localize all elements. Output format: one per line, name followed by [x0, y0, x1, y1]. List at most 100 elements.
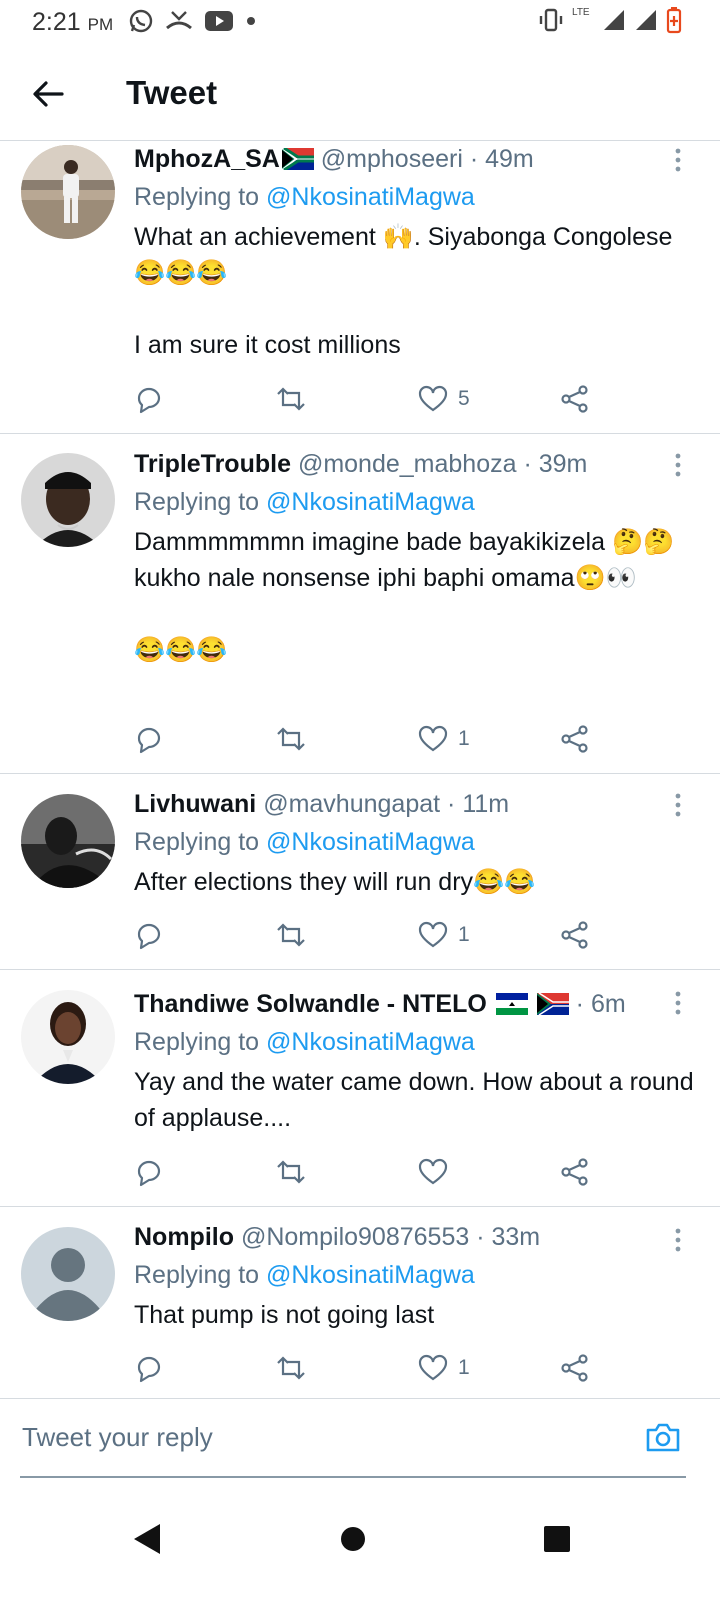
- reply-input[interactable]: [20, 1416, 624, 1458]
- avatar[interactable]: [21, 1227, 115, 1321]
- tweet-actions: 1: [134, 917, 594, 953]
- tweet-actions: 5: [134, 381, 594, 417]
- user-handle[interactable]: @mphoseeri: [321, 145, 463, 173]
- nav-back-icon[interactable]: [122, 1514, 172, 1564]
- tweet-item[interactable]: Thandiwe Solwandle - NTELO · 6m Replying…: [0, 970, 720, 1207]
- lesotho-flag-icon: [495, 993, 528, 1015]
- replying-prefix: Replying to: [134, 828, 260, 856]
- share-icon: [561, 921, 588, 949]
- missed-call-icon: [166, 11, 192, 30]
- like-button[interactable]: 5: [418, 381, 470, 417]
- display-name[interactable]: Nompilo: [134, 1223, 234, 1251]
- retweet-button[interactable]: [274, 917, 308, 953]
- whatsapp-icon: [129, 9, 153, 33]
- share-icon: [561, 1354, 588, 1382]
- replying-prefix: Replying to: [134, 183, 260, 211]
- user-handle[interactable]: @mavhungapat: [263, 790, 440, 818]
- share-button[interactable]: [560, 1154, 590, 1190]
- reply-button[interactable]: [134, 1350, 164, 1386]
- more-options-icon[interactable]: [666, 790, 690, 820]
- tweet-actions: 1: [134, 1350, 594, 1386]
- replying-prefix: Replying to: [134, 1261, 260, 1289]
- like-button[interactable]: 1: [418, 1350, 470, 1386]
- retweet-icon: [277, 1160, 305, 1184]
- retweet-button[interactable]: [274, 721, 308, 757]
- avatar[interactable]: [21, 453, 115, 547]
- notification-dot-icon: [247, 17, 255, 25]
- like-button[interactable]: 1: [418, 917, 470, 953]
- vibrate-icon: [539, 8, 563, 32]
- like-button[interactable]: 1: [418, 721, 470, 757]
- like-count: 1: [458, 727, 470, 750]
- reply-button[interactable]: [134, 917, 164, 953]
- camera-icon[interactable]: [644, 1418, 682, 1456]
- tweet-text: Yay and the water came down. How about a…: [134, 1068, 694, 1132]
- separator-dot: ·: [523, 450, 532, 478]
- retweet-button[interactable]: [274, 1154, 308, 1190]
- app-bar: Tweet: [0, 46, 720, 141]
- share-icon: [561, 1158, 588, 1186]
- tweet-item[interactable]: MphozA_SA @mphoseeri · 49m Replying to @…: [0, 141, 720, 434]
- reply-icon: [137, 1160, 161, 1187]
- user-handle[interactable]: @monde_mabhoza: [298, 450, 517, 478]
- back-arrow-icon[interactable]: [28, 74, 68, 114]
- share-button[interactable]: [560, 1350, 590, 1386]
- tweet-header: Nompilo @Nompilo90876553 · 33m: [134, 1221, 700, 1253]
- mention-link[interactable]: @NkosinatiMagwa: [266, 183, 475, 211]
- retweet-icon: [277, 387, 305, 411]
- mention-link[interactable]: @NkosinatiMagwa: [266, 828, 475, 856]
- tweet-item[interactable]: TripleTrouble @monde_mabhoza · 39m Reply…: [0, 434, 720, 774]
- retweet-icon: [277, 1356, 305, 1380]
- mention-link[interactable]: @NkosinatiMagwa: [266, 1261, 475, 1289]
- status-time: 2:21 PM: [32, 8, 113, 37]
- avatar[interactable]: [21, 990, 115, 1084]
- share-icon: [561, 385, 588, 413]
- tweet-text: After elections they will run dry😂😂: [134, 868, 536, 896]
- tweet-time: 33m: [491, 1223, 541, 1251]
- more-options-icon[interactable]: [666, 1225, 690, 1255]
- reply-icon: [137, 727, 161, 754]
- user-handle[interactable]: @Nompilo90876553: [241, 1223, 469, 1251]
- system-nav-bar: [0, 1480, 720, 1600]
- tweet-time: 11m: [462, 790, 510, 818]
- display-name[interactable]: Thandiwe Solwandle - NTELO: [134, 990, 487, 1018]
- retweet-button[interactable]: [274, 381, 308, 417]
- reply-button[interactable]: [134, 721, 164, 757]
- signal-icon: [604, 10, 624, 30]
- south-africa-flag-icon: [536, 993, 569, 1015]
- heart-icon: [418, 725, 448, 752]
- reply-button[interactable]: [134, 381, 164, 417]
- more-options-icon[interactable]: [666, 450, 690, 480]
- replying-to: Replying to @NkosinatiMagwa: [134, 824, 700, 860]
- tweet-header: Livhuwani @mavhungapat · 11m: [134, 788, 700, 820]
- reply-icon: [137, 1356, 161, 1383]
- mention-link[interactable]: @NkosinatiMagwa: [266, 1028, 475, 1056]
- avatar[interactable]: [21, 794, 115, 888]
- tweet-item[interactable]: Nompilo @Nompilo90876553 · 33m Replying …: [0, 1207, 720, 1399]
- more-options-icon[interactable]: [666, 145, 690, 175]
- retweet-button[interactable]: [274, 1350, 308, 1386]
- tweet-actions: [134, 1154, 594, 1190]
- more-options-icon[interactable]: [666, 988, 690, 1018]
- clock-ampm: PM: [87, 15, 114, 34]
- share-button[interactable]: [560, 917, 590, 953]
- display-name[interactable]: TripleTrouble: [134, 450, 291, 478]
- display-name[interactable]: Livhuwani: [134, 790, 256, 818]
- tweet-header: MphozA_SA @mphoseeri · 49m: [134, 143, 700, 175]
- share-button[interactable]: [560, 721, 590, 757]
- share-button[interactable]: [560, 381, 590, 417]
- display-name[interactable]: MphozA_SA: [134, 145, 280, 173]
- battery-icon: [666, 7, 682, 34]
- reply-composer: [20, 1400, 686, 1478]
- avatar[interactable]: [21, 145, 115, 239]
- lte-indicator: LTE: [572, 7, 590, 18]
- mention-link[interactable]: @NkosinatiMagwa: [266, 488, 475, 516]
- reply-button[interactable]: [134, 1154, 164, 1190]
- nav-home-icon[interactable]: [328, 1514, 378, 1564]
- tweet-item[interactable]: Livhuwani @mavhungapat · 11m Replying to…: [0, 774, 720, 970]
- separator-dot: ·: [447, 790, 456, 818]
- nav-recents-icon[interactable]: [532, 1514, 582, 1564]
- share-icon: [561, 725, 588, 753]
- youtube-icon: [205, 11, 233, 31]
- like-button[interactable]: [418, 1154, 458, 1190]
